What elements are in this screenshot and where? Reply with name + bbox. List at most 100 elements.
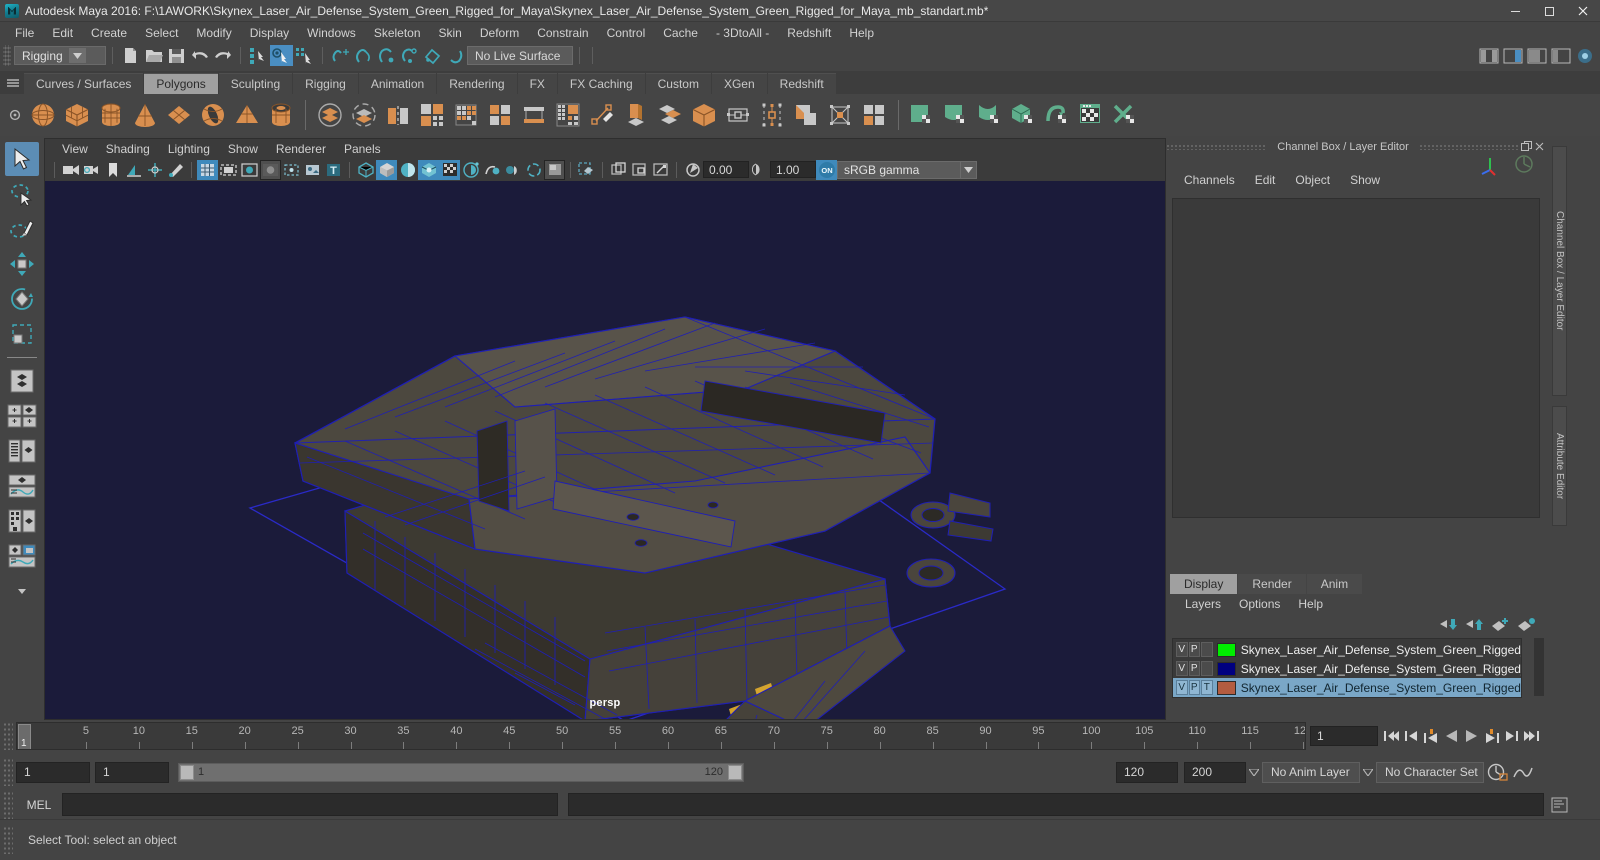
combine-icon[interactable] (313, 97, 347, 133)
menu-skin[interactable]: Skin (430, 24, 471, 42)
persp-graph-layout-button[interactable] (5, 469, 39, 503)
channel-box-attribute-list[interactable] (1172, 198, 1540, 518)
2d-pan-zoom-icon[interactable] (144, 160, 165, 180)
vtab-attribute-editor[interactable]: Attribute Editor (1552, 406, 1567, 526)
select-by-object-icon[interactable] (270, 45, 293, 66)
image-plane-icon[interactable] (123, 160, 144, 180)
menu-3dtoall[interactable]: - 3DtoAll - (707, 24, 778, 42)
layer-playback-toggle[interactable]: P (1188, 642, 1200, 657)
snap-to-curve-icon[interactable] (352, 45, 375, 66)
shelf-tab-redshift[interactable]: Redshift (767, 73, 836, 94)
bridge-icon[interactable] (517, 97, 551, 133)
lasso-select-tool-button[interactable] (5, 177, 39, 211)
range-start-time-field[interactable]: 1 (95, 761, 169, 783)
persp-graph-editor-layout-button[interactable] (5, 539, 39, 573)
help-line-grip[interactable] (3, 826, 13, 854)
range-end-time-field[interactable]: 120 (1116, 761, 1178, 783)
script-editor-icon[interactable] (1548, 794, 1570, 816)
resolution-gate-icon[interactable] (239, 160, 260, 180)
uv-editor-icon[interactable] (1076, 97, 1110, 133)
hud-text-icon[interactable]: T (323, 160, 344, 180)
poly-plane-icon[interactable] (162, 97, 196, 133)
table-row[interactable]: V P T Skynex_Laser_Air_Defense_System_Gr… (1173, 678, 1521, 697)
range-slider-bar[interactable]: 1 120 (178, 762, 744, 782)
poly-cylinder-icon[interactable] (94, 97, 128, 133)
uv-planar-icon[interactable] (906, 97, 940, 133)
snap-to-view-plane-icon[interactable] (421, 45, 444, 66)
time-slider[interactable]: 1 5 10 15 20 25 30 35 40 45 50 55 60 65 70 75 80 85 90 95 1… (16, 722, 1306, 750)
shelf-tab-rigging[interactable]: Rigging (293, 73, 358, 94)
xray-joints-icon[interactable] (608, 160, 629, 180)
tool-settings-icon[interactable] (1549, 45, 1572, 66)
current-frame-field[interactable]: 1 (1310, 726, 1378, 746)
select-by-component-icon[interactable] (293, 45, 316, 66)
step-forward-frame-icon[interactable] (1482, 725, 1501, 747)
table-row[interactable]: V P Skynex_Laser_Air_Defense_System_Gree… (1173, 640, 1521, 659)
hypershade-persp-layout-button[interactable] (5, 504, 39, 538)
layer-menu-layers[interactable]: Layers (1176, 596, 1230, 612)
move-layer-up-icon[interactable] (1440, 616, 1458, 632)
layer-visibility-toggle[interactable]: V (1176, 661, 1188, 676)
range-start-handle[interactable] (180, 764, 194, 780)
grid-toggle-icon[interactable] (197, 159, 218, 180)
uv-cut-icon[interactable] (1110, 97, 1144, 133)
menu-create[interactable]: Create (82, 24, 136, 42)
menu-select[interactable]: Select (136, 24, 187, 42)
poly-pyramid-icon[interactable] (230, 97, 264, 133)
command-line-grip[interactable] (3, 790, 13, 819)
play-forwards-icon[interactable] (1462, 725, 1481, 747)
gamma-control-icon[interactable] (749, 160, 770, 180)
channel-menu-object[interactable]: Object (1285, 172, 1340, 188)
command-input[interactable] (62, 793, 558, 816)
gamma-value-field[interactable]: 1.00 (770, 161, 816, 178)
rotate-tool-button[interactable] (5, 282, 39, 316)
undo-icon[interactable] (188, 45, 211, 66)
open-scene-icon[interactable] (142, 45, 165, 66)
multisample-aa-icon[interactable] (502, 160, 523, 180)
uv-unfold-icon[interactable] (1042, 97, 1076, 133)
channel-menu-edit[interactable]: Edit (1245, 172, 1286, 188)
layer-menu-options[interactable]: Options (1230, 596, 1289, 612)
viewport-menu-lighting[interactable]: Lighting (159, 141, 219, 157)
select-camera-icon[interactable] (60, 160, 81, 180)
wireframe-shading-icon[interactable] (355, 160, 376, 180)
menu-constrain[interactable]: Constrain (528, 24, 597, 42)
offset-edge-loop-icon[interactable] (755, 97, 789, 133)
menu-help[interactable]: Help (840, 24, 883, 42)
panel-undock-button[interactable] (1520, 140, 1533, 153)
poly-pipe-icon[interactable] (264, 97, 298, 133)
shelf-menu-icon[interactable] (2, 72, 24, 94)
anim-layer-dropdown[interactable]: No Anim Layer (1262, 761, 1360, 783)
single-perspective-layout-button[interactable] (5, 364, 39, 398)
layer-color-swatch[interactable] (1216, 642, 1236, 657)
channel-menu-channels[interactable]: Channels (1174, 172, 1245, 188)
viewport-menu-view[interactable]: View (53, 141, 97, 157)
viewport-menu-renderer[interactable]: Renderer (267, 141, 335, 157)
shelf-tab-custom[interactable]: Custom (645, 73, 711, 94)
film-origin-icon[interactable] (281, 160, 302, 180)
merge-icon[interactable] (551, 97, 585, 133)
shelf-tab-sculpting[interactable]: Sculpting (218, 73, 293, 94)
layer-name[interactable]: Skynex_Laser_Air_Defense_System_Green_Ri… (1241, 662, 1521, 676)
attribute-editor-icon[interactable] (1525, 45, 1548, 66)
create-layer-from-selected-icon[interactable] (1518, 616, 1536, 632)
xray-active-components-icon[interactable] (629, 160, 650, 180)
close-button[interactable] (1566, 0, 1600, 22)
select-by-hierarchy-icon[interactable] (247, 45, 270, 66)
move-layer-down-icon[interactable] (1466, 616, 1484, 632)
isolate-select-icon[interactable] (544, 159, 565, 180)
channel-box-icon[interactable] (1573, 45, 1596, 66)
command-language-label[interactable]: MEL (16, 798, 62, 812)
menu-redshift[interactable]: Redshift (778, 24, 840, 42)
camera-attributes-icon[interactable] (81, 160, 102, 180)
exposure-reset-icon[interactable] (650, 160, 671, 180)
menu-modify[interactable]: Modify (187, 24, 240, 42)
color-space-field[interactable]: sRGB gamma (837, 160, 961, 179)
poly-sculpt-icon[interactable] (823, 97, 857, 133)
color-management-toggle-icon[interactable]: ON (816, 159, 837, 180)
maximize-button[interactable] (1532, 0, 1566, 22)
vtab-channel-box-layer-editor[interactable]: Channel Box / Layer Editor (1552, 146, 1567, 396)
shadows-icon[interactable] (439, 159, 460, 180)
menu-control[interactable]: Control (598, 24, 655, 42)
oil-paint-icon[interactable] (165, 160, 186, 180)
